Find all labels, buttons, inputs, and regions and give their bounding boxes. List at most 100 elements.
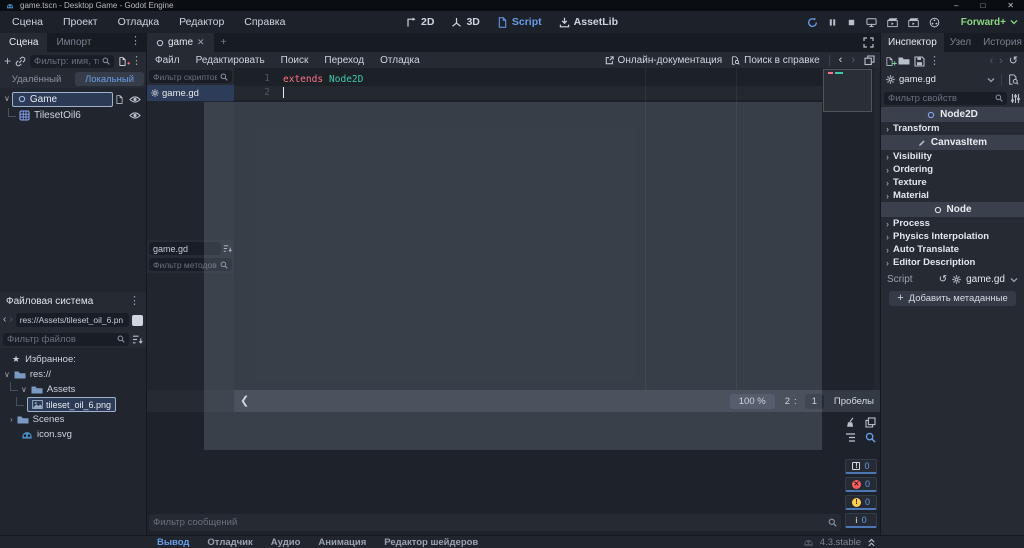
tab-local[interactable]: Локальный xyxy=(75,72,144,86)
sort-files-icon[interactable] xyxy=(132,334,143,345)
group-physics-interpolation[interactable]: › Physics Interpolation xyxy=(881,230,1024,243)
history-back-icon[interactable]: ‹ xyxy=(839,54,843,66)
fs-row-assets[interactable]: ∨ Assets xyxy=(0,382,146,397)
expand-icon[interactable]: › xyxy=(10,415,13,424)
code-minimap[interactable] xyxy=(822,68,874,390)
bottom-tab-shader-editor[interactable]: Редактор шейдеров xyxy=(375,537,487,548)
history-forward-icon[interactable]: › xyxy=(851,54,855,66)
tab-import[interactable]: Импорт xyxy=(47,33,100,52)
scene-tree-menu-icon[interactable]: ⋮ xyxy=(131,55,142,67)
collapse-icon[interactable]: ∨ xyxy=(21,385,27,394)
expand-bottom-panel-icon[interactable] xyxy=(867,538,876,547)
play-scene-button[interactable] xyxy=(887,17,898,28)
group-visibility[interactable]: › Visibility xyxy=(881,150,1024,163)
history-forward-icon[interactable]: › xyxy=(999,55,1003,67)
open-script-icon[interactable] xyxy=(115,95,124,104)
methods-filter-input[interactable] xyxy=(149,258,232,271)
scene-filter-input[interactable] xyxy=(30,54,114,68)
distraction-free-icon[interactable] xyxy=(863,33,880,52)
file-filter-input[interactable] xyxy=(3,332,129,346)
script-menu-search[interactable]: Поиск xyxy=(273,55,317,66)
maximize-button[interactable]: □ xyxy=(980,1,985,10)
new-resource-button[interactable]: + xyxy=(885,57,897,68)
stop-button[interactable] xyxy=(847,18,856,27)
filter-editor-toggle[interactable]: i 0 xyxy=(845,513,877,528)
history-back-icon[interactable]: ‹ xyxy=(989,55,993,67)
menu-editor[interactable]: Редактор xyxy=(169,16,234,28)
version-label[interactable]: 4.3.stable xyxy=(820,537,861,548)
tab-remote[interactable]: Удалённый xyxy=(2,72,71,86)
add-metadata-button[interactable]: + Добавить метаданные xyxy=(889,291,1016,306)
renderer-selector[interactable]: Forward+ xyxy=(961,11,1018,33)
group-process[interactable]: › Process xyxy=(881,217,1024,230)
open-docs-icon[interactable] xyxy=(1008,74,1019,85)
workspace-script[interactable]: Script xyxy=(497,16,542,28)
fs-row-res[interactable]: ∨ res:// xyxy=(0,367,146,382)
search-messages-icon[interactable] xyxy=(863,432,877,443)
object-history-icon[interactable]: ↺ xyxy=(1009,55,1018,67)
group-material[interactable]: › Material xyxy=(881,189,1024,202)
scene-dock-menu-icon[interactable]: ⋮ xyxy=(130,33,146,52)
code-editor[interactable]: 1 2 extends Node2D xyxy=(234,68,880,390)
chevron-down-icon[interactable] xyxy=(1010,276,1018,284)
chevron-down-icon[interactable] xyxy=(987,76,995,84)
menu-debug[interactable]: Отладка xyxy=(108,16,170,28)
property-filter-input[interactable] xyxy=(884,91,1007,105)
nav-forward-icon[interactable]: › xyxy=(9,315,12,325)
script-menu-debug[interactable]: Отладка xyxy=(372,55,428,66)
tree-row-tilesetoil6[interactable]: TilesetOil6 xyxy=(0,107,146,123)
collapse-icon[interactable]: ∨ xyxy=(4,95,10,103)
inspector-options-icon[interactable] xyxy=(1010,93,1021,104)
display-mode-button[interactable] xyxy=(132,314,143,326)
messages-filter-input[interactable] xyxy=(149,514,841,531)
indent-type-button[interactable]: Пробелы xyxy=(834,396,874,407)
play-button[interactable] xyxy=(807,17,818,28)
category-node[interactable]: Node xyxy=(881,202,1024,217)
tab-history[interactable]: История xyxy=(977,33,1024,52)
fs-row-tileset-png[interactable]: tileset_oil_6.png xyxy=(0,397,146,412)
sort-methods-icon[interactable] xyxy=(223,244,232,253)
minimize-button[interactable]: – xyxy=(954,1,958,10)
collapse-icon[interactable]: ∨ xyxy=(4,370,10,379)
fs-row-icon-svg[interactable]: icon.svg xyxy=(0,427,146,442)
movie-maker-button[interactable] xyxy=(929,17,940,28)
filter-errors-toggle[interactable]: ✕ 0 xyxy=(845,477,877,492)
attach-script-button[interactable]: • xyxy=(118,57,130,68)
float-panel-icon[interactable] xyxy=(864,55,875,66)
bottom-tab-animation[interactable]: Анимация xyxy=(309,537,375,548)
instance-scene-button[interactable] xyxy=(15,56,26,67)
filter-standard-toggle[interactable]: ! 0 xyxy=(845,459,877,474)
fs-row-scenes[interactable]: › Scenes xyxy=(0,412,146,427)
nav-back-icon[interactable]: ‹ xyxy=(3,315,6,325)
menu-scene[interactable]: Сцена xyxy=(2,16,53,28)
search-help-button[interactable]: Поиск в справке xyxy=(731,55,820,66)
play-custom-scene-button[interactable] xyxy=(908,17,919,28)
collapse-messages-icon[interactable] xyxy=(843,432,857,443)
selected-file[interactable]: tileset_oil_6.png xyxy=(27,397,117,412)
edited-resource-name[interactable]: game.gd xyxy=(899,74,936,85)
workspace-assetlib[interactable]: AssetLib xyxy=(559,16,618,28)
workspace-2d[interactable]: 2D xyxy=(406,16,434,28)
tab-node[interactable]: Узел xyxy=(944,33,977,52)
group-texture[interactable]: › Texture xyxy=(881,176,1024,189)
clear-output-icon[interactable] xyxy=(843,417,857,428)
add-node-button[interactable]: + xyxy=(4,55,11,67)
vertical-scrollbar[interactable] xyxy=(874,68,880,390)
script-menu-goto[interactable]: Переход xyxy=(316,55,372,66)
filesystem-menu-icon[interactable]: ⋮ xyxy=(129,295,140,307)
menu-project[interactable]: Проект xyxy=(53,16,108,28)
bottom-tab-audio[interactable]: Аудио xyxy=(262,537,310,548)
script-property-value[interactable]: game.gd xyxy=(966,274,1005,285)
scene-tab-game[interactable]: game ✕ xyxy=(147,33,214,52)
bottom-tab-output[interactable]: Вывод xyxy=(148,537,198,548)
online-docs-button[interactable]: Онлайн-документация xyxy=(605,55,722,66)
group-editor-description[interactable]: › Editor Description xyxy=(881,256,1024,269)
script-menu-file[interactable]: Файл xyxy=(147,55,188,66)
visibility-eye-icon[interactable] xyxy=(129,111,141,120)
close-tab-icon[interactable]: ✕ xyxy=(197,38,205,47)
toggle-scripts-panel-icon[interactable]: ❮ xyxy=(240,395,249,407)
minimap-viewport[interactable] xyxy=(823,69,872,112)
pause-button[interactable] xyxy=(828,18,837,27)
tab-inspector[interactable]: Инспектор xyxy=(881,33,944,52)
group-transform[interactable]: › Transform xyxy=(881,122,1024,135)
